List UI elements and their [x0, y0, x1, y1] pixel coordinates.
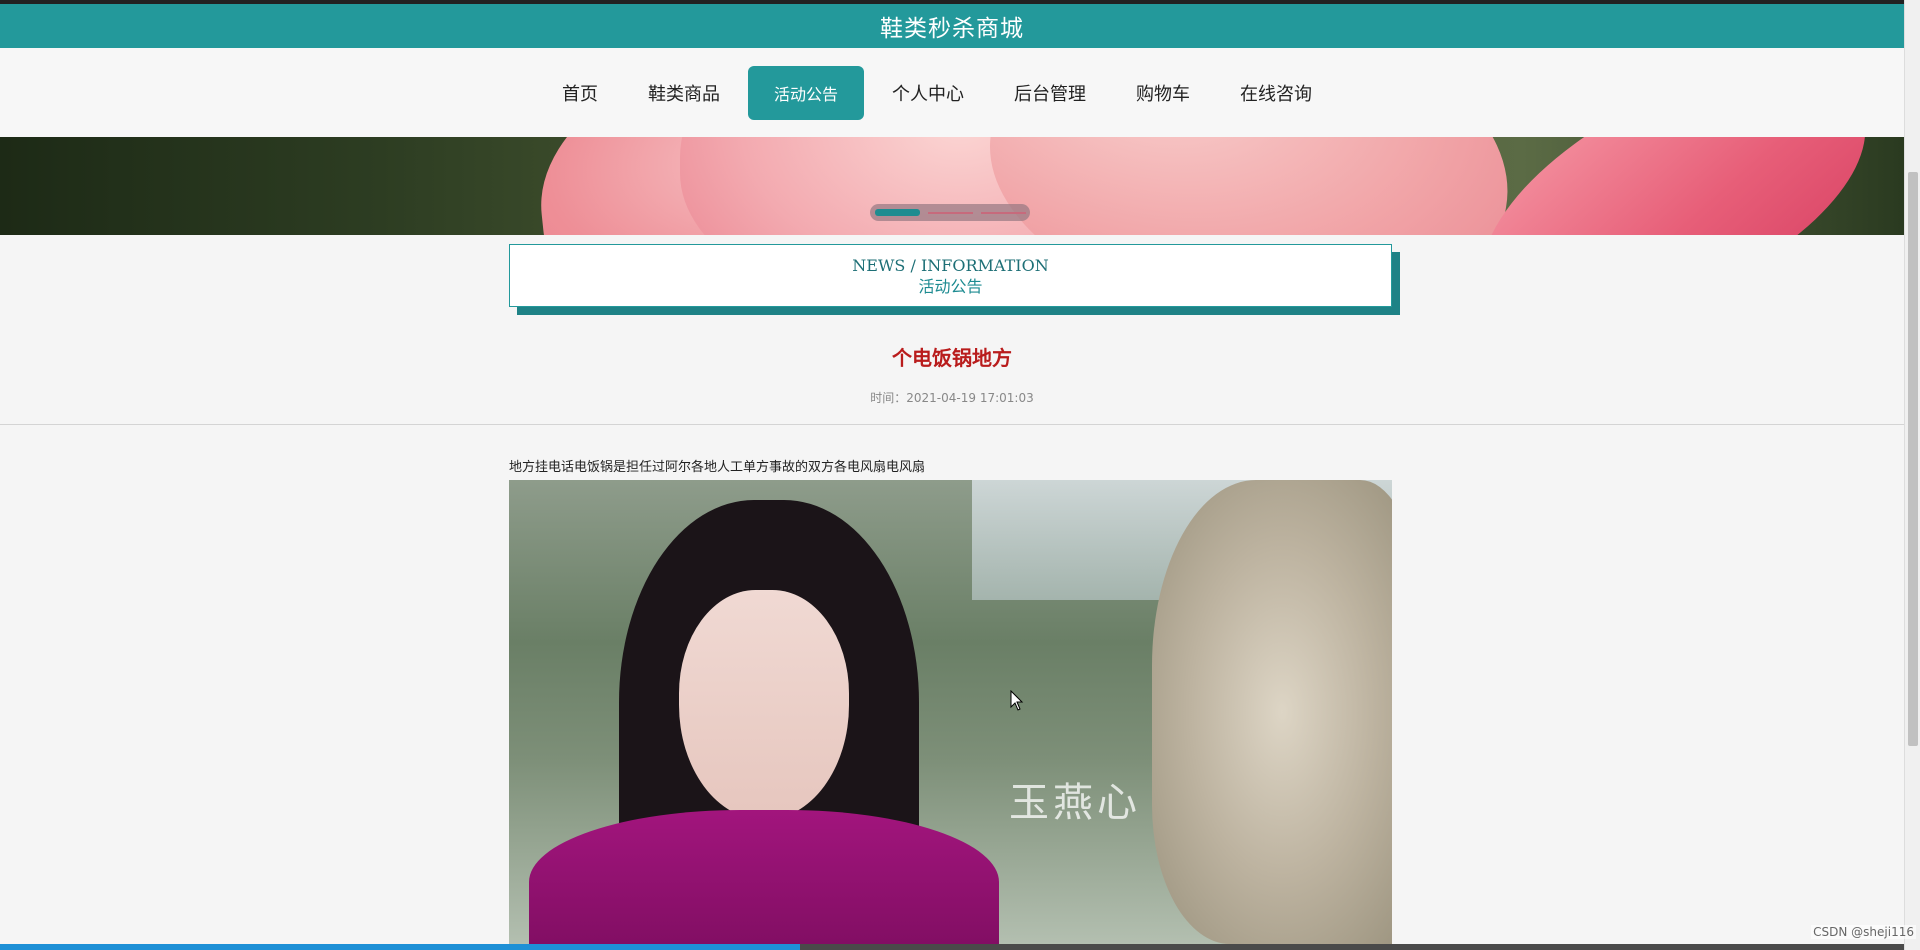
image-watermark: 玉燕心	[1009, 780, 1141, 826]
site-title: 鞋类秒杀商城	[880, 16, 1024, 42]
nav-item-online-consult[interactable]: 在线咨询	[1218, 66, 1334, 120]
article-image: 玉燕心	[509, 480, 1392, 944]
article-time: 时间：2021-04-19 17:01:03	[870, 391, 1034, 405]
carousel-dot-3[interactable]	[980, 211, 1026, 214]
nav-item-home[interactable]: 首页	[540, 66, 620, 120]
divider	[0, 424, 1904, 425]
carousel-indicators	[870, 204, 1030, 221]
page-load-progress-fill	[0, 944, 800, 950]
nav-item-cart[interactable]: 购物车	[1114, 66, 1212, 120]
page-load-progress	[0, 944, 1904, 950]
carousel-dot-2[interactable]	[927, 211, 973, 214]
image-figure-robe	[529, 810, 999, 944]
banner-lotus-petal	[967, 137, 1533, 235]
section-title-cn: 活动公告	[918, 277, 983, 296]
image-figure-face	[679, 590, 849, 820]
article-body: 地方挂电话电饭锅是担任过阿尔各地人工单方事故的双方各电风扇电风扇	[509, 460, 926, 475]
page-scrollbar[interactable]	[1904, 0, 1920, 950]
csdn-watermark: CSDN @sheji116	[1811, 925, 1916, 939]
mouse-cursor-icon	[1010, 689, 1024, 716]
nav-item-announcements[interactable]: 活动公告	[747, 65, 864, 120]
scrollbar-thumb[interactable]	[1908, 172, 1918, 746]
article-title: 个电饭锅地方	[892, 346, 1012, 370]
nav-item-shoes[interactable]: 鞋类商品	[626, 66, 742, 120]
image-rock	[1152, 480, 1392, 944]
site-header: 鞋类秒杀商城	[0, 0, 1904, 48]
carousel-dot-1[interactable]	[874, 209, 920, 216]
section-title-en: NEWS / INFORMATION	[852, 256, 1049, 275]
nav-item-personal-center[interactable]: 个人中心	[870, 66, 986, 120]
nav-item-admin[interactable]: 后台管理	[992, 66, 1108, 120]
section-header: NEWS / INFORMATION 活动公告	[509, 244, 1392, 307]
main-nav: 首页 鞋类商品 活动公告 个人中心 后台管理 购物车 在线咨询	[0, 48, 1904, 137]
nav-list: 首页 鞋类商品 活动公告 个人中心 后台管理 购物车 在线咨询	[540, 65, 1334, 120]
